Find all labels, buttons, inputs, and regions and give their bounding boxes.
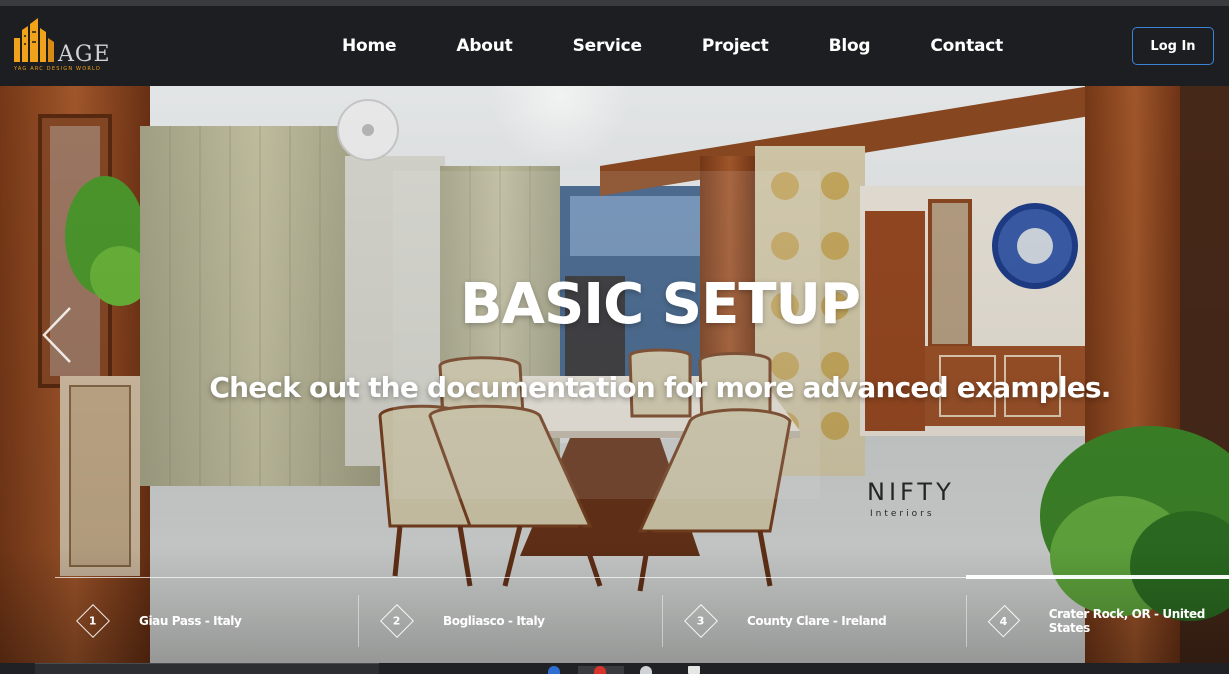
slide-thumb-1[interactable]: 1 Giau Pass - Italy	[55, 578, 358, 663]
taskbar-window-tab[interactable]	[35, 663, 379, 674]
slide-label: County Clare - Ireland	[747, 614, 887, 628]
logo-tagline: YAG ARC DESIGN WORLD	[13, 66, 101, 72]
site-navbar: AGE YAG ARC DESIGN WORLD Home About Serv…	[0, 6, 1229, 86]
slide-label: Bogliasco - Italy	[443, 614, 545, 628]
logo-icon: AGE YAG ARC DESIGN WORLD	[13, 18, 111, 72]
logo-wordmark: AGE	[57, 42, 111, 67]
slide-thumb-3[interactable]: 3 County Clare - Ireland	[663, 578, 966, 663]
slide-thumb-2[interactable]: 2 Bogliasco - Italy	[359, 578, 662, 663]
hero-slider: NIFTY Interiors BASIC SETUP Check out th…	[0, 86, 1229, 663]
login-button[interactable]: Log In	[1132, 27, 1214, 65]
nav-about[interactable]: About	[436, 32, 512, 60]
site-logo[interactable]: AGE YAG ARC DESIGN WORLD	[8, 16, 138, 72]
taskbar-browser-icon[interactable]	[594, 666, 606, 674]
slide-number-badge: 1	[76, 604, 110, 638]
taskbar-app-icon[interactable]	[640, 666, 652, 674]
hero-title: BASIC SETUP	[459, 272, 861, 337]
taskbar-app-icon[interactable]	[688, 666, 700, 674]
slide-pagination: 1 Giau Pass - Italy 2 Bogliasco - Italy …	[55, 575, 1229, 663]
nav-project[interactable]: Project	[682, 32, 769, 60]
slide-label: Crater Rock, OR - United States	[1048, 607, 1206, 635]
main-nav: Home About Service Project Blog Contact	[322, 6, 1043, 86]
slide-thumb-4[interactable]: 4 Crater Rock, OR - United States	[967, 578, 1229, 663]
hero-subtitle: Check out the documentation for more adv…	[209, 371, 1111, 404]
nav-blog[interactable]: Blog	[809, 32, 871, 60]
slide-number-badge: 3	[684, 604, 718, 638]
os-taskbar	[0, 663, 1229, 674]
nav-home[interactable]: Home	[322, 32, 397, 60]
nav-service[interactable]: Service	[553, 32, 642, 60]
slide-number-badge: 4	[987, 604, 1021, 638]
slide-number-badge: 2	[380, 604, 414, 638]
slide-label: Giau Pass - Italy	[139, 614, 242, 628]
taskbar-app-icon[interactable]	[548, 666, 560, 674]
nav-contact[interactable]: Contact	[910, 32, 1003, 60]
